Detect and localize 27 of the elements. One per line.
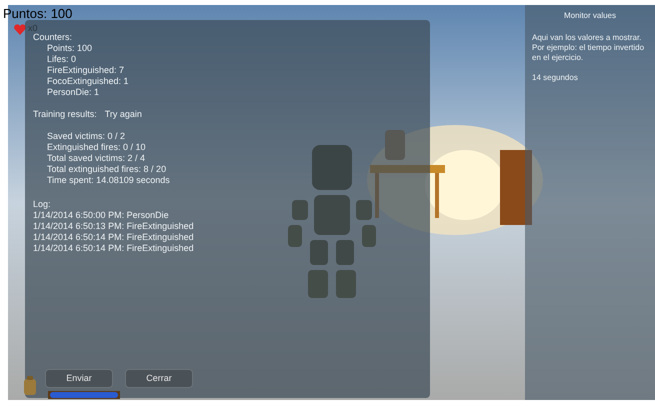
counter-value: Points: 100: [47, 43, 94, 54]
log-title: Log:: [33, 199, 52, 210]
training-result: Try again: [104, 109, 142, 120]
heart-icon: [14, 24, 26, 35]
log-entry: 1/14/2014 6:50:14 PM: FireExtinguished: [33, 232, 195, 243]
counter-value: FireExtinguished: 7: [47, 65, 126, 76]
status-bars-drawing: [48, 391, 120, 399]
training-title: Training results:: [33, 109, 97, 120]
counter-value: FocoExtinguished: 1: [47, 76, 130, 87]
training-stat: Time spent: 14.08109 seconds: [47, 175, 171, 186]
monitor-time: 14 segundos: [532, 73, 579, 83]
monitor-text: Por ejemplo: el tiempo invertido en el ejercicio.: [532, 43, 646, 63]
log-entry: 1/14/2014 6:50:13 PM: FireExtinguished: [33, 221, 195, 232]
backpack-icon: [23, 376, 37, 396]
monitor-title: Monitor values: [562, 11, 618, 21]
close-button[interactable]: Cerrar: [125, 369, 193, 388]
training-stat: Total saved victims: 2 / 4: [47, 153, 146, 164]
send-button[interactable]: Enviar: [45, 369, 113, 388]
counters-title: Counters:: [33, 32, 74, 43]
monitor-text: Aqui van los valores a mostrar.: [532, 33, 642, 43]
log-entry: 1/14/2014 6:50:14 PM: FireExtinguished: [33, 243, 195, 254]
counter-value: Lifes: 0: [47, 54, 78, 65]
training-stat: Total extinguished fires: 8 / 20: [47, 164, 168, 175]
counter-value: PersonDie: 1: [47, 87, 100, 98]
log-entry: 1/14/2014 6:50:00 PM: PersonDie: [33, 210, 170, 221]
training-stat: Saved victims: 0 / 2: [47, 131, 126, 142]
training-stat: Extinguished fires: 0 / 10: [47, 142, 147, 153]
